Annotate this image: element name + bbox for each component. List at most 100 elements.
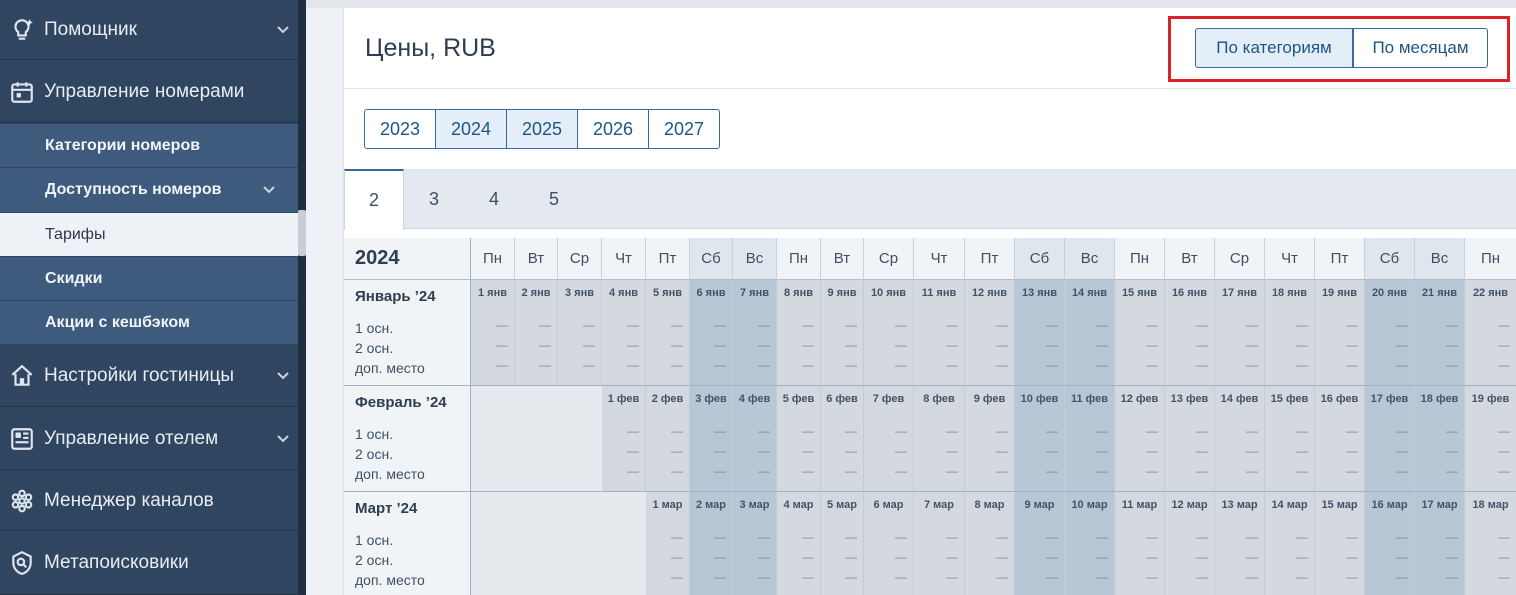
day-cell[interactable]: 18 мар — — — [1465,492,1516,595]
day-cell[interactable]: 9 янв — — — [821,280,864,386]
day-cell[interactable]: 11 янв — — — [914,280,965,386]
day-cell[interactable]: 1 фев — — — [602,386,646,492]
day-cell[interactable]: 21 янв — — — [1415,280,1465,386]
day-cell[interactable]: 2 мар — — — [690,492,733,595]
day-date-label: 1 фев [607,393,640,405]
day-cell[interactable]: 4 янв — — — [602,280,646,386]
day-cell[interactable]: 11 фев — — — [1065,386,1115,492]
price-empty-value: — [1346,358,1358,372]
day-cell[interactable]: 13 мар — — — [1215,492,1265,595]
sidebar-scrollbar[interactable] [298,0,306,595]
day-cell[interactable]: 1 мар — — — [646,492,690,595]
day-cell[interactable]: 15 янв — — — [1115,280,1165,386]
day-cell[interactable]: 20 янв — — — [1365,280,1415,386]
day-cell[interactable]: 2 янв — — — [515,280,558,386]
sidebar-item[interactable]: Менеджер каналов [0,471,298,531]
year-button[interactable]: 2027 [648,109,720,149]
day-cell[interactable]: 3 янв — — — [558,280,602,386]
day-cell[interactable]: 12 мар — — — [1165,492,1215,595]
sidebar-subitem[interactable]: Тарифы [0,213,298,257]
sidebar-subitem[interactable]: Скидки [0,257,298,301]
year-button[interactable]: 2024 [435,109,507,149]
price-empty-value: — [996,530,1008,544]
sidebar-subitem[interactable]: Категории номеров [0,124,298,168]
day-date-label: 11 мар [1121,499,1158,511]
sidebar-item[interactable]: Помощник [0,0,298,60]
day-cell[interactable]: 13 янв — — — [1015,280,1065,386]
day-cell[interactable]: 14 янв — — — [1065,280,1115,386]
day-cell[interactable]: 15 фев — — — [1265,386,1315,492]
year-button[interactable]: 2023 [364,109,436,149]
day-cell[interactable]: 6 янв — — — [690,280,733,386]
tab-occupancy[interactable]: 3 [404,169,464,229]
sidebar-subitem[interactable]: Доступность номеров [0,168,298,213]
day-cell[interactable]: 12 фев — — — [1115,386,1165,492]
sidebar-item[interactable]: Управление отелем [0,408,298,470]
day-cell[interactable]: 5 мар — — — [821,492,864,595]
day-cell[interactable]: 8 мар — — — [965,492,1015,595]
price-empty-value: — [1096,424,1108,438]
day-cell[interactable]: 3 мар — — — [733,492,777,595]
day-cell[interactable]: 15 мар — — — [1315,492,1365,595]
day-cell[interactable]: 6 мар — — — [864,492,914,595]
occupancy-label: доп. место [355,572,425,588]
tab-occupancy[interactable]: 4 [464,169,524,229]
day-cell[interactable]: 16 янв — — — [1165,280,1215,386]
day-cell[interactable]: 11 мар — — — [1115,492,1165,595]
sidebar-scrollbar-thumb[interactable] [298,210,306,256]
day-cell[interactable]: 17 янв — — — [1215,280,1265,386]
day-cell[interactable]: 14 мар — — — [1265,492,1315,595]
day-cell[interactable]: 5 фев — — — [777,386,821,492]
day-cell[interactable]: 10 мар — — — [1065,492,1115,595]
day-cell[interactable]: 12 янв — — — [965,280,1015,386]
day-cell[interactable]: 7 мар — — — [914,492,965,595]
price-empty-value: — [802,530,814,544]
day-cell[interactable]: 10 янв — — — [864,280,914,386]
day-cell[interactable]: 10 фев — — — [1015,386,1065,492]
day-cell[interactable]: 16 мар — — — [1365,492,1415,595]
home-icon [0,363,44,389]
day-cell[interactable]: 7 фев — — — [864,386,914,492]
day-cell[interactable]: 19 янв — — — [1315,280,1365,386]
empty-cell [471,386,515,492]
day-cell[interactable]: 8 янв — — — [777,280,821,386]
day-date-label: 8 мар [974,499,1005,511]
sidebar-item[interactable]: Настройки гостиницы [0,345,298,407]
day-cell[interactable]: 13 фев — — — [1165,386,1215,492]
day-cell[interactable]: 2 фев — — — [646,386,690,492]
sidebar-item[interactable]: Метапоисковики [0,532,298,595]
sidebar-item[interactable]: Управление номерами [0,61,298,123]
day-cell[interactable]: 6 фев — — — [821,386,864,492]
day-cell[interactable]: 18 фев — — — [1415,386,1465,492]
day-cell[interactable]: 17 фев — — — [1365,386,1415,492]
day-cell[interactable]: 3 фев — — — [690,386,733,492]
price-empty-value: — [1396,570,1408,584]
tab-occupancy[interactable]: 2 [344,169,404,230]
price-empty-value: — [1046,570,1058,584]
day-cell[interactable]: 7 янв — — — [733,280,777,386]
price-empty-value: — [1296,338,1308,352]
empty-cell [515,386,558,492]
day-cell[interactable]: 4 фев — — — [733,386,777,492]
price-empty-value: — [946,318,958,332]
day-cell[interactable]: 17 мар — — — [1415,492,1465,595]
year-button[interactable]: 2026 [577,109,649,149]
day-cell[interactable]: 19 фев — — — [1465,386,1516,492]
day-cell[interactable]: 22 янв — — — [1465,280,1516,386]
day-date-label: 4 фев [738,393,771,405]
day-cell[interactable]: 4 мар — — — [777,492,821,595]
chevron-down-icon [277,21,289,39]
day-cell[interactable]: 18 янв — — — [1265,280,1315,386]
tab-occupancy[interactable]: 5 [524,169,584,229]
day-cell[interactable]: 16 фев — — — [1315,386,1365,492]
sidebar-subitem-label: Скидки [45,269,103,287]
day-date-label: 13 мар [1221,499,1258,511]
day-cell[interactable]: 1 янв — — — [471,280,515,386]
year-button[interactable]: 2025 [506,109,578,149]
day-cell[interactable]: 5 янв — — — [646,280,690,386]
day-cell[interactable]: 9 фев — — — [965,386,1015,492]
day-cell[interactable]: 8 фев — — — [914,386,965,492]
sidebar-subitem[interactable]: Акции с кешбэком [0,301,298,345]
day-cell[interactable]: 9 мар — — — [1015,492,1065,595]
day-cell[interactable]: 14 фев — — — [1215,386,1265,492]
